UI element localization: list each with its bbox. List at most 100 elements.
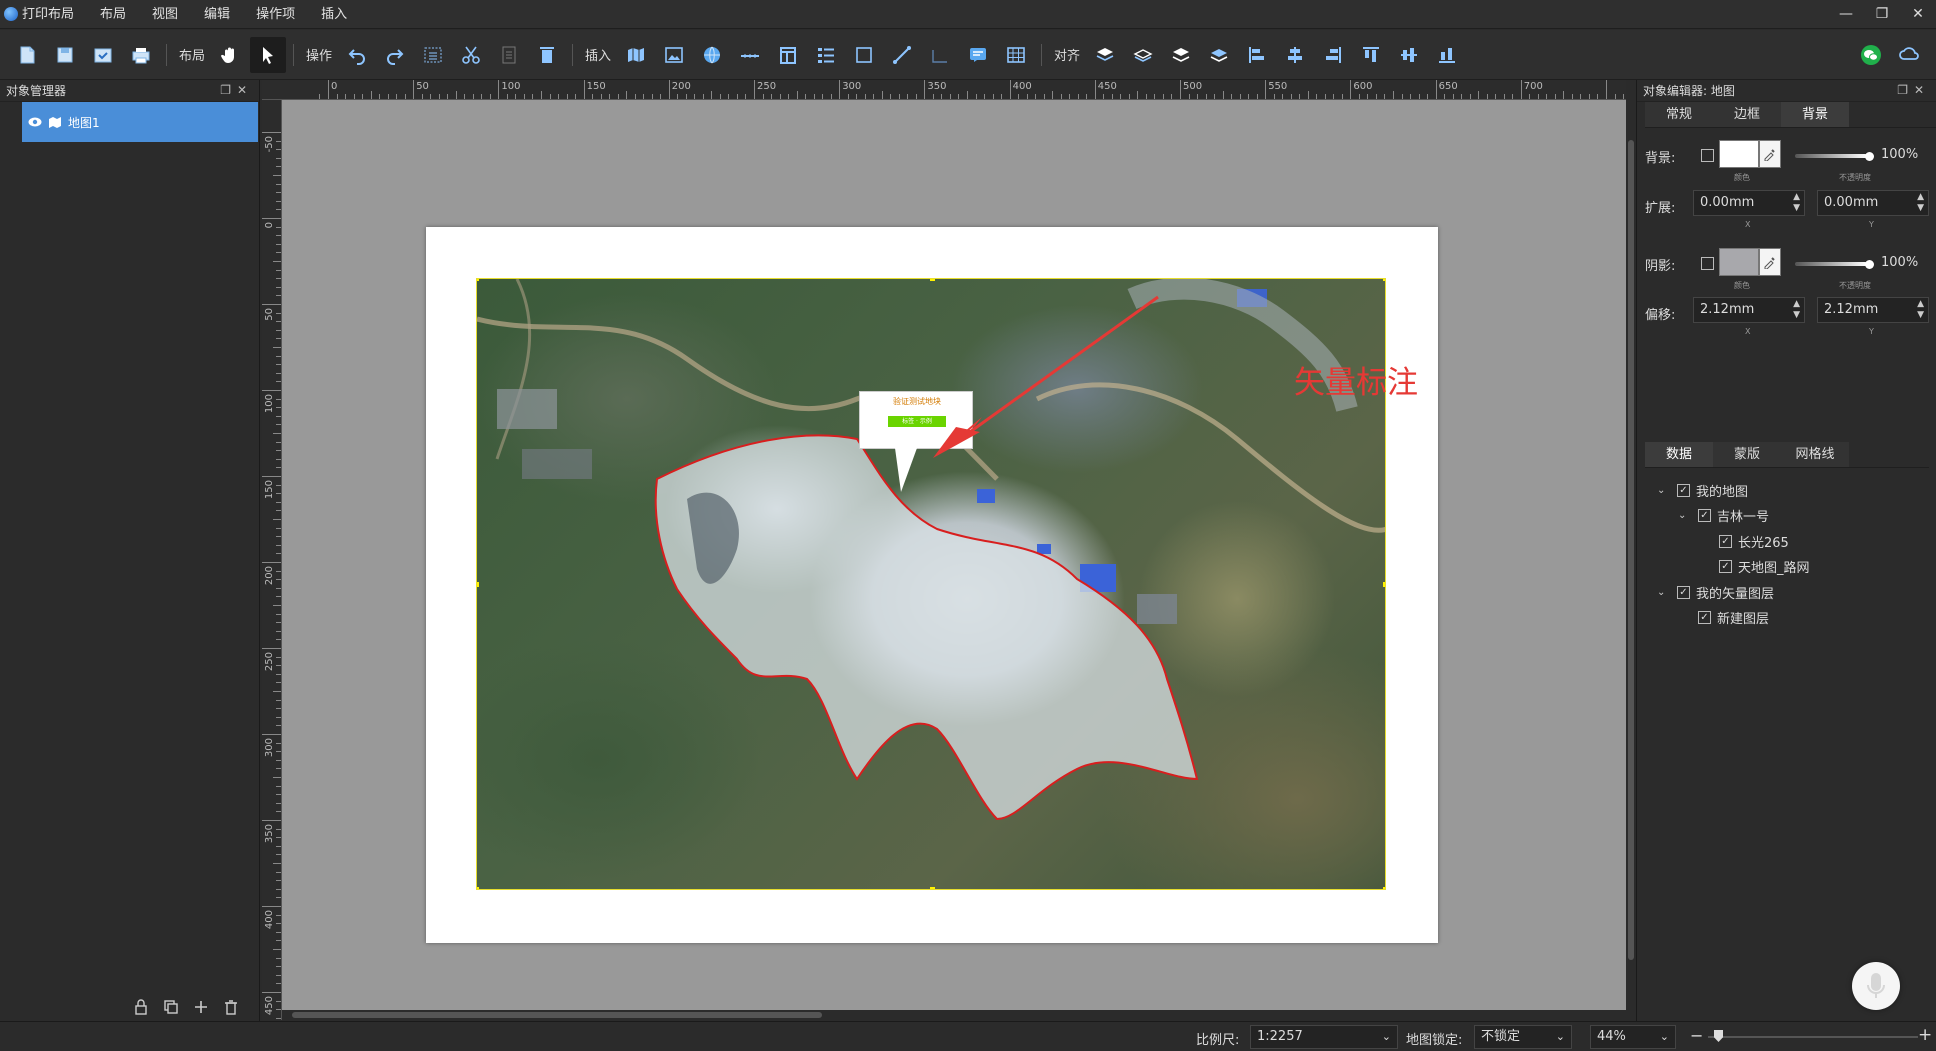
- cut-icon[interactable]: [453, 37, 489, 73]
- layer-tree-item[interactable]: ⌄ ✓ 我的矢量图层: [1657, 582, 1774, 602]
- background-opacity-knob[interactable]: [1865, 152, 1874, 161]
- tab-gridlines[interactable]: 网格线: [1781, 442, 1849, 467]
- layer-checkbox[interactable]: ✓: [1677, 585, 1690, 599]
- select-pointer-icon[interactable]: [250, 36, 287, 73]
- background-checkbox[interactable]: [1701, 149, 1714, 162]
- wechat-icon[interactable]: [1853, 37, 1889, 73]
- align-right-icon[interactable]: [1315, 37, 1351, 73]
- object-item-map1[interactable]: 地图1: [22, 102, 258, 142]
- duplicate-icon[interactable]: [162, 998, 180, 1016]
- visibility-eye-icon[interactable]: [28, 117, 42, 127]
- open-button[interactable]: [85, 37, 121, 73]
- cloud-icon[interactable]: [1891, 37, 1927, 73]
- layer-tree-item[interactable]: ✓ 新建图层: [1678, 608, 1769, 628]
- offset-y-input[interactable]: 2.12mm ▲ ▼: [1817, 297, 1929, 323]
- insert-legend-icon[interactable]: [808, 37, 844, 73]
- layer-checkbox[interactable]: ✓: [1719, 560, 1732, 573]
- new-layout-button[interactable]: [9, 37, 45, 73]
- insert-table-icon[interactable]: [998, 37, 1034, 73]
- background-color-swatch[interactable]: [1719, 140, 1759, 168]
- print-button[interactable]: [123, 37, 159, 73]
- shadow-color-swatch[interactable]: [1719, 248, 1759, 276]
- shadow-checkbox[interactable]: [1701, 257, 1714, 270]
- horizontal-scrollbar[interactable]: [282, 1010, 1626, 1020]
- layout-canvas[interactable]: 验证测试地块 标签 · 示例 矢量标注: [282, 100, 1626, 1010]
- voice-input-button[interactable]: [1852, 962, 1900, 1010]
- insert-map-icon[interactable]: [618, 37, 654, 73]
- spin-arrows-icon[interactable]: ▲ ▼: [1917, 299, 1924, 321]
- insert-polyline-icon[interactable]: [922, 37, 958, 73]
- insert-rectangle-icon[interactable]: [846, 37, 882, 73]
- resize-handle[interactable]: [477, 279, 479, 281]
- insert-frame-icon[interactable]: [770, 37, 806, 73]
- shadow-opacity-knob[interactable]: [1865, 260, 1874, 269]
- layer-checkbox[interactable]: ✓: [1677, 483, 1690, 497]
- resize-handle[interactable]: [1383, 279, 1385, 281]
- add-icon[interactable]: [192, 998, 210, 1016]
- align-hcenter-icon[interactable]: [1277, 37, 1313, 73]
- align-left-icon[interactable]: [1239, 37, 1275, 73]
- vertical-scrollbar[interactable]: [1626, 100, 1636, 1010]
- menu-view[interactable]: 视图: [139, 0, 191, 29]
- zoom-in-icon[interactable]: +: [1918, 1025, 1932, 1045]
- layer-checkbox[interactable]: ✓: [1698, 509, 1711, 522]
- print-page[interactable]: 验证测试地块 标签 · 示例 矢量标注: [426, 227, 1438, 943]
- zoom-select[interactable]: 44% ⌄: [1590, 1025, 1676, 1049]
- tab-mask[interactable]: 蒙版: [1713, 442, 1781, 467]
- insert-text-icon[interactable]: [960, 37, 996, 73]
- resize-handle[interactable]: [477, 582, 479, 587]
- layer-up-icon[interactable]: [1125, 37, 1161, 73]
- menu-layout[interactable]: 布局: [87, 0, 139, 29]
- expand-chevron-icon[interactable]: ⌄: [1657, 485, 1669, 496]
- select-all-icon[interactable]: [415, 37, 451, 73]
- tab-data[interactable]: 数据: [1645, 442, 1713, 467]
- save-button[interactable]: [47, 37, 83, 73]
- horizontal-ruler[interactable]: 5005010015020025030035040045050055060065…: [262, 80, 1626, 100]
- tab-general[interactable]: 常规: [1645, 102, 1713, 127]
- trash-icon[interactable]: [222, 998, 240, 1016]
- eyedropper-icon[interactable]: [1759, 248, 1781, 276]
- minimize-icon[interactable]: —: [1828, 0, 1864, 29]
- shadow-opacity-slider[interactable]: [1795, 262, 1867, 266]
- spin-arrows-icon[interactable]: ▲ ▼: [1793, 299, 1800, 321]
- delete-icon[interactable]: [529, 37, 565, 73]
- align-top-icon[interactable]: [1353, 37, 1389, 73]
- tab-border[interactable]: 边框: [1713, 102, 1781, 127]
- insert-image-icon[interactable]: [656, 37, 692, 73]
- resize-handle[interactable]: [1383, 887, 1385, 889]
- menu-edit[interactable]: 编辑: [191, 0, 243, 29]
- insert-scalebar-icon[interactable]: [732, 37, 768, 73]
- restore-icon[interactable]: ❐: [1864, 0, 1900, 29]
- eyedropper-icon[interactable]: [1759, 140, 1781, 168]
- insert-line-icon[interactable]: [884, 37, 920, 73]
- resize-handle[interactable]: [477, 887, 479, 889]
- copy-icon[interactable]: [491, 37, 527, 73]
- layer-tree-item[interactable]: ⌄ ✓ 我的地图: [1657, 480, 1748, 500]
- resize-handle[interactable]: [930, 887, 935, 889]
- expand-chevron-icon[interactable]: ⌄: [1678, 510, 1690, 521]
- layer-checkbox[interactable]: ✓: [1698, 611, 1711, 624]
- align-bottom-icon[interactable]: [1429, 37, 1465, 73]
- expand-chevron-icon[interactable]: ⌄: [1657, 587, 1669, 598]
- layer-bottom-icon[interactable]: [1201, 37, 1237, 73]
- align-vcenter-icon[interactable]: [1391, 37, 1427, 73]
- layer-tree-item[interactable]: ✓ 天地图_路网: [1699, 557, 1810, 577]
- tab-background[interactable]: 背景: [1781, 102, 1849, 127]
- zoom-slider-knob[interactable]: [1714, 1030, 1723, 1042]
- scale-select[interactable]: 1:2257 ⌄: [1250, 1025, 1398, 1049]
- expand-x-input[interactable]: 0.00mm ▲ ▼: [1693, 190, 1805, 216]
- zoom-out-icon[interactable]: −: [1690, 1026, 1703, 1045]
- resize-handle[interactable]: [1383, 582, 1385, 587]
- menu-insert[interactable]: 插入: [308, 0, 360, 29]
- background-opacity-slider[interactable]: [1795, 154, 1867, 158]
- zoom-slider[interactable]: [1708, 1036, 1918, 1038]
- spin-arrows-icon[interactable]: ▲ ▼: [1793, 192, 1800, 214]
- panel-float-close-icon[interactable]: ❐✕: [220, 83, 253, 97]
- layer-down-icon[interactable]: [1163, 37, 1199, 73]
- undo-icon[interactable]: [339, 37, 375, 73]
- layer-tree-item[interactable]: ⌄ ✓ 吉林一号: [1678, 506, 1769, 526]
- expand-y-input[interactable]: 0.00mm ▲ ▼: [1817, 190, 1929, 216]
- offset-x-input[interactable]: 2.12mm ▲ ▼: [1693, 297, 1805, 323]
- lock-icon[interactable]: [132, 998, 150, 1016]
- panel-float-close-icon[interactable]: ❐✕: [1897, 83, 1930, 97]
